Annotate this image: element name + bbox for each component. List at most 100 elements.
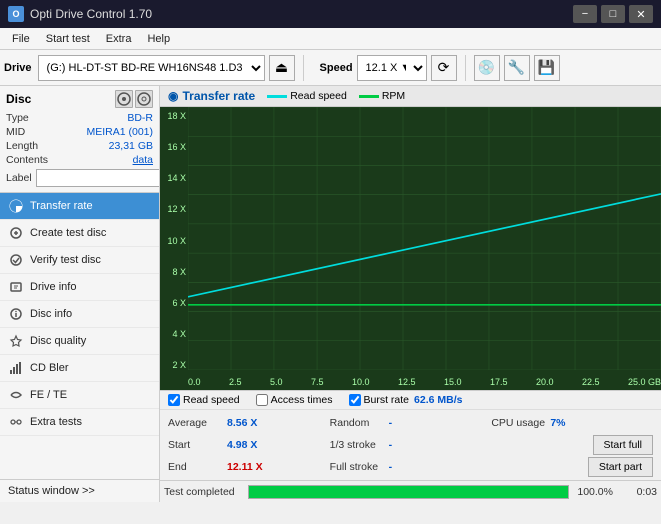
start-full-button[interactable]: Start full: [593, 435, 654, 455]
menu-start-test[interactable]: Start test: [38, 31, 98, 47]
close-button[interactable]: ✕: [629, 5, 653, 23]
start-part-button[interactable]: Start part: [588, 457, 653, 477]
toolbar-separator: [303, 55, 304, 81]
read-speed-check[interactable]: Read speed: [168, 394, 240, 406]
disc-icon-2[interactable]: [135, 90, 153, 108]
stat-start-full: Start full: [491, 435, 653, 455]
burst-rate-checkbox[interactable]: [349, 394, 361, 406]
type-label: Type: [6, 112, 29, 124]
mid-value: MEIRA1 (001): [86, 126, 153, 138]
speed-select[interactable]: 12.1 X ▼: [357, 55, 427, 81]
contents-label: Contents: [6, 154, 48, 166]
settings-button[interactable]: 🔧: [504, 55, 530, 81]
nav-item-disc-info[interactable]: Disc info: [0, 301, 159, 328]
x-label-17-5: 17.5: [490, 377, 508, 387]
chart-legend: Read speed RPM: [267, 90, 405, 102]
nav-item-cd-bler[interactable]: CD Bler: [0, 355, 159, 382]
nav-item-fe-te[interactable]: FE / TE: [0, 382, 159, 409]
disc-info-icon: [8, 306, 24, 322]
app-title: Opti Drive Control 1.70: [30, 7, 152, 21]
minimize-button[interactable]: −: [573, 5, 597, 23]
toolbar-separator2: [465, 55, 466, 81]
contents-value[interactable]: data: [133, 154, 153, 166]
transfer-rate-icon: [8, 198, 24, 214]
nav-label-create-test-disc: Create test disc: [30, 227, 106, 239]
nav-item-create-test-disc[interactable]: Create test disc: [0, 220, 159, 247]
drive-select[interactable]: (G:) HL-DT-ST BD-RE WH16NS48 1.D3: [38, 55, 265, 81]
cd-bler-icon: [8, 360, 24, 376]
stroke2-label: Full stroke: [330, 461, 385, 473]
burst-rate-check[interactable]: Burst rate 62.6 MB/s: [349, 394, 463, 406]
app-icon: O: [8, 6, 24, 22]
status-time: 0:03: [617, 486, 657, 498]
y-label-6: 6 X: [162, 298, 186, 308]
average-value: 8.56 X: [227, 417, 257, 429]
status-text: Test completed: [164, 486, 244, 498]
disc-quality-icon: [8, 333, 24, 349]
save-button[interactable]: 💾: [534, 55, 560, 81]
stat-start: Start 4.98 X: [168, 439, 330, 451]
disc-button[interactable]: 💿: [474, 55, 500, 81]
y-label-12: 12 X: [162, 204, 186, 214]
nav-item-disc-quality[interactable]: Disc quality: [0, 328, 159, 355]
chart-header: ◉ Transfer rate Read speed RPM: [160, 86, 661, 107]
create-test-disc-icon: [8, 225, 24, 241]
nav-label-cd-bler: CD Bler: [30, 362, 69, 374]
status-bar: Test completed 100.0% 0:03: [160, 480, 661, 502]
disc-icon-1[interactable]: [115, 90, 133, 108]
y-label-14: 14 X: [162, 173, 186, 183]
nav-label-verify-test-disc: Verify test disc: [30, 254, 101, 266]
nav-label-extra-tests: Extra tests: [30, 416, 82, 428]
type-value: BD-R: [127, 112, 153, 124]
y-label-2: 2 X: [162, 360, 186, 370]
fe-te-icon: [8, 387, 24, 403]
menu-extra[interactable]: Extra: [98, 31, 140, 47]
nav-item-extra-tests[interactable]: Extra tests: [0, 409, 159, 436]
access-times-checkbox[interactable]: [256, 394, 268, 406]
stat-stroke2: Full stroke -: [330, 461, 492, 473]
random-value: -: [389, 417, 393, 429]
refresh-button[interactable]: ⟳: [431, 55, 457, 81]
nav-item-drive-info[interactable]: Drive info: [0, 274, 159, 301]
disc-title: Disc: [6, 92, 31, 106]
nav-item-verify-test-disc[interactable]: Verify test disc: [0, 247, 159, 274]
stroke1-label: 1/3 stroke: [330, 439, 385, 451]
x-label-25: 25.0 GB: [628, 377, 661, 387]
y-label-8: 8 X: [162, 267, 186, 277]
eject-button[interactable]: ⏏: [269, 55, 295, 81]
disc-label-input[interactable]: [36, 169, 160, 187]
menu-help[interactable]: Help: [139, 31, 178, 47]
stats-row-1: Average 8.56 X Random - CPU usage 7%: [168, 412, 653, 434]
y-label-10: 10 X: [162, 236, 186, 246]
read-speed-checkbox[interactable]: [168, 394, 180, 406]
checks-row: Read speed Access times Burst rate 62.6 …: [160, 391, 661, 410]
legend-rpm-label: RPM: [382, 90, 405, 102]
cpu-label: CPU usage: [491, 417, 546, 429]
nav-label-disc-info: Disc info: [30, 308, 72, 320]
length-label: Length: [6, 140, 38, 152]
speed-label: Speed: [320, 62, 353, 74]
stats-row-2: Start 4.98 X 1/3 stroke - Start full: [168, 434, 653, 456]
stat-start-part: Start part: [491, 457, 653, 477]
end-label: End: [168, 461, 223, 473]
legend-read-speed: Read speed: [267, 90, 347, 102]
disc-panel: Disc Type BD-R MID MEIRA1 (001): [0, 86, 159, 193]
access-times-check[interactable]: Access times: [256, 394, 333, 406]
nav-label-disc-quality: Disc quality: [30, 335, 86, 347]
maximize-button[interactable]: □: [601, 5, 625, 23]
y-label-16: 16 X: [162, 142, 186, 152]
stat-stroke1: 1/3 stroke -: [330, 439, 492, 451]
status-window-button[interactable]: Status window >>: [0, 479, 159, 502]
nav-item-transfer-rate[interactable]: Transfer rate: [0, 193, 159, 220]
length-value: 23,31 GB: [109, 140, 153, 152]
nav-label-transfer-rate: Transfer rate: [30, 200, 93, 212]
menu-file[interactable]: File: [4, 31, 38, 47]
extra-tests-icon: [8, 414, 24, 430]
stats-row-3: End 12.11 X Full stroke - Start part: [168, 456, 653, 478]
progress-bar-fill: [249, 486, 568, 498]
cpu-value: 7%: [550, 417, 565, 429]
average-label: Average: [168, 417, 223, 429]
stat-average: Average 8.56 X: [168, 417, 330, 429]
status-window-label: Status window >>: [8, 485, 95, 497]
nav-list: Transfer rate Create test disc Verify te…: [0, 193, 159, 479]
